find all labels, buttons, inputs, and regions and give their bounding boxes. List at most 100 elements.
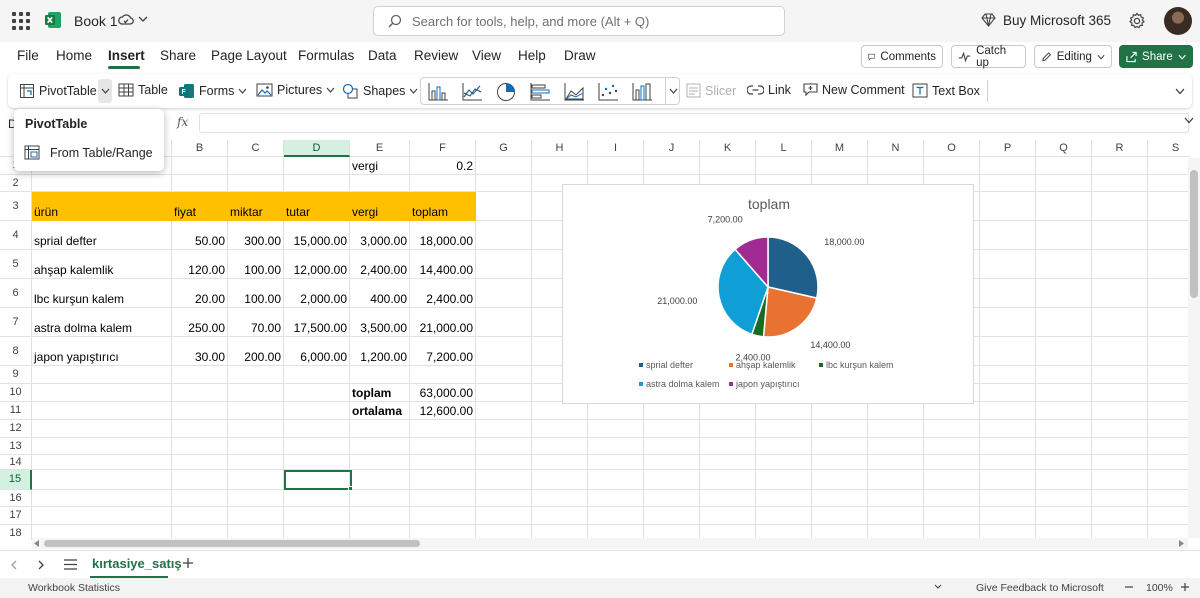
workbook-statistics[interactable]: Workbook Statistics [28, 582, 120, 594]
cell-b5[interactable]: 120.00 [172, 263, 225, 277]
buy-microsoft-365-link[interactable]: Buy Microsoft 365 [1003, 13, 1111, 28]
other-charts-icon[interactable] [631, 82, 653, 102]
row-header-11[interactable]: 11 [0, 402, 32, 420]
cell-c4[interactable]: 300.00 [228, 234, 281, 248]
cell-b7[interactable]: 250.00 [172, 321, 225, 335]
catch-up-button[interactable]: Catch up [951, 45, 1026, 69]
cell-f6[interactable]: 2,400.00 [410, 292, 473, 306]
column-header-h[interactable]: H [532, 140, 588, 157]
pictures-button[interactable]: Pictures [256, 83, 335, 97]
tab-data[interactable]: Data [368, 48, 397, 63]
scatter-chart-icon[interactable] [597, 82, 619, 102]
table-button[interactable]: Table [118, 83, 168, 97]
tab-home[interactable]: Home [56, 48, 92, 63]
cell-a8[interactable]: japon yapıştırıcı [34, 350, 119, 364]
search-box[interactable]: Search for tools, help, and more (Alt + … [373, 6, 785, 36]
column-header-q[interactable]: Q [1036, 140, 1092, 157]
cell-f3[interactable]: toplam [412, 205, 448, 219]
cell-b6[interactable]: 20.00 [172, 292, 225, 306]
cell-b8[interactable]: 30.00 [172, 350, 225, 364]
pie-chart[interactable]: toplam 18,000.00 14,400.00 2,400.00 21,000.… [562, 184, 974, 404]
sheet-tab-kirtasiye-satis[interactable]: kırtasiye_satış [92, 556, 182, 571]
column-header-s[interactable]: S [1148, 140, 1190, 157]
tab-page-layout[interactable]: Page Layout [211, 48, 287, 63]
cell-b4[interactable]: 50.00 [172, 234, 225, 248]
row-header-10[interactable]: 10 [0, 384, 32, 402]
formula-expand-chevron-icon[interactable] [1184, 117, 1194, 124]
cell-d4[interactable]: 15,000.00 [284, 234, 347, 248]
row-header-12[interactable]: 12 [0, 420, 32, 438]
column-header-f[interactable]: F [410, 140, 476, 157]
row-header-4[interactable]: 4 [0, 221, 32, 250]
cell-a3[interactable]: ürün [34, 205, 58, 219]
row-header-5[interactable]: 5 [0, 250, 32, 279]
bar-chart-icon[interactable] [529, 82, 551, 102]
cell-e4[interactable]: 3,000.00 [350, 234, 407, 248]
row-header-2[interactable]: 2 [0, 175, 32, 192]
cell-f5[interactable]: 14,400.00 [410, 263, 473, 277]
row-header-18[interactable]: 18 [0, 525, 32, 540]
tab-file[interactable]: File [17, 48, 39, 63]
shapes-button[interactable]: Shapes [342, 83, 418, 99]
cell-c8[interactable]: 200.00 [228, 350, 281, 364]
cell-e10[interactable]: toplam [352, 386, 391, 400]
active-cell-d15[interactable] [284, 470, 352, 490]
row-header-13[interactable]: 13 [0, 438, 32, 455]
chevron-down-icon[interactable] [934, 584, 942, 589]
column-header-j[interactable]: J [644, 140, 700, 157]
column-header-m[interactable]: M [812, 140, 868, 157]
cell-f7[interactable]: 21,000.00 [410, 321, 473, 335]
cell-e11[interactable]: ortalama [352, 404, 402, 418]
column-header-e[interactable]: E [350, 140, 410, 157]
vertical-scrollbar[interactable] [1188, 158, 1200, 538]
editing-mode-button[interactable]: Editing [1034, 45, 1112, 68]
column-header-g[interactable]: G [476, 140, 532, 157]
cell-d3[interactable]: tutar [286, 205, 310, 219]
app-launcher-icon[interactable] [12, 12, 30, 30]
cloud-sync-icon[interactable] [118, 13, 134, 27]
cell-a7[interactable]: astra dolma kalem [34, 321, 132, 335]
link-button[interactable]: Link [747, 83, 791, 97]
line-chart-icon[interactable] [461, 82, 483, 102]
cell-d5[interactable]: 12,000.00 [284, 263, 347, 277]
cell-e5[interactable]: 2,400.00 [350, 263, 407, 277]
tab-insert[interactable]: Insert [108, 48, 145, 63]
cell-f4[interactable]: 18,000.00 [410, 234, 473, 248]
forms-button[interactable]: F Forms [178, 83, 247, 99]
next-sheet-icon[interactable] [38, 560, 45, 570]
cell-e1[interactable]: vergi [352, 159, 378, 173]
row-header-9[interactable]: 9 [0, 366, 32, 384]
cell-d8[interactable]: 6,000.00 [284, 350, 347, 364]
column-header-n[interactable]: N [868, 140, 924, 157]
all-sheets-menu-icon[interactable] [64, 559, 77, 570]
column-header-p[interactable]: P [980, 140, 1036, 157]
add-sheet-icon[interactable] [182, 557, 194, 569]
cell-e8[interactable]: 1,200.00 [350, 350, 407, 364]
cell-c6[interactable]: 100.00 [228, 292, 281, 306]
tab-share[interactable]: Share [160, 48, 196, 63]
cell-f10[interactable]: 63,000.00 [410, 386, 473, 400]
column-chart-icon[interactable] [427, 82, 449, 102]
comments-button[interactable]: Comments [861, 45, 943, 68]
scroll-left-icon[interactable] [34, 540, 40, 547]
scroll-right-icon[interactable] [1178, 540, 1184, 547]
chevron-down-icon[interactable] [138, 15, 148, 23]
charts-dropdown-button[interactable] [665, 78, 680, 104]
cell-a4[interactable]: sprial defter [34, 234, 97, 248]
cell-e3[interactable]: vergi [352, 205, 378, 219]
avatar[interactable] [1164, 7, 1192, 35]
zoom-level[interactable]: 100% [1146, 582, 1173, 594]
cell-f1[interactable]: 0.2 [410, 159, 473, 173]
tab-draw[interactable]: Draw [564, 48, 596, 63]
horizontal-scrollbar[interactable] [32, 538, 1188, 549]
column-header-l[interactable]: L [756, 140, 812, 157]
zoom-in-icon[interactable] [1180, 582, 1190, 592]
cell-c5[interactable]: 100.00 [228, 263, 281, 277]
prev-sheet-icon[interactable] [10, 560, 17, 570]
text-box-button[interactable]: Text Box [912, 83, 980, 98]
column-header-d[interactable]: D [284, 140, 350, 157]
new-comment-button[interactable]: New Comment [803, 83, 905, 97]
row-header-14[interactable]: 14 [0, 455, 32, 470]
fill-handle[interactable] [348, 486, 353, 491]
zoom-out-icon[interactable] [1124, 582, 1134, 592]
